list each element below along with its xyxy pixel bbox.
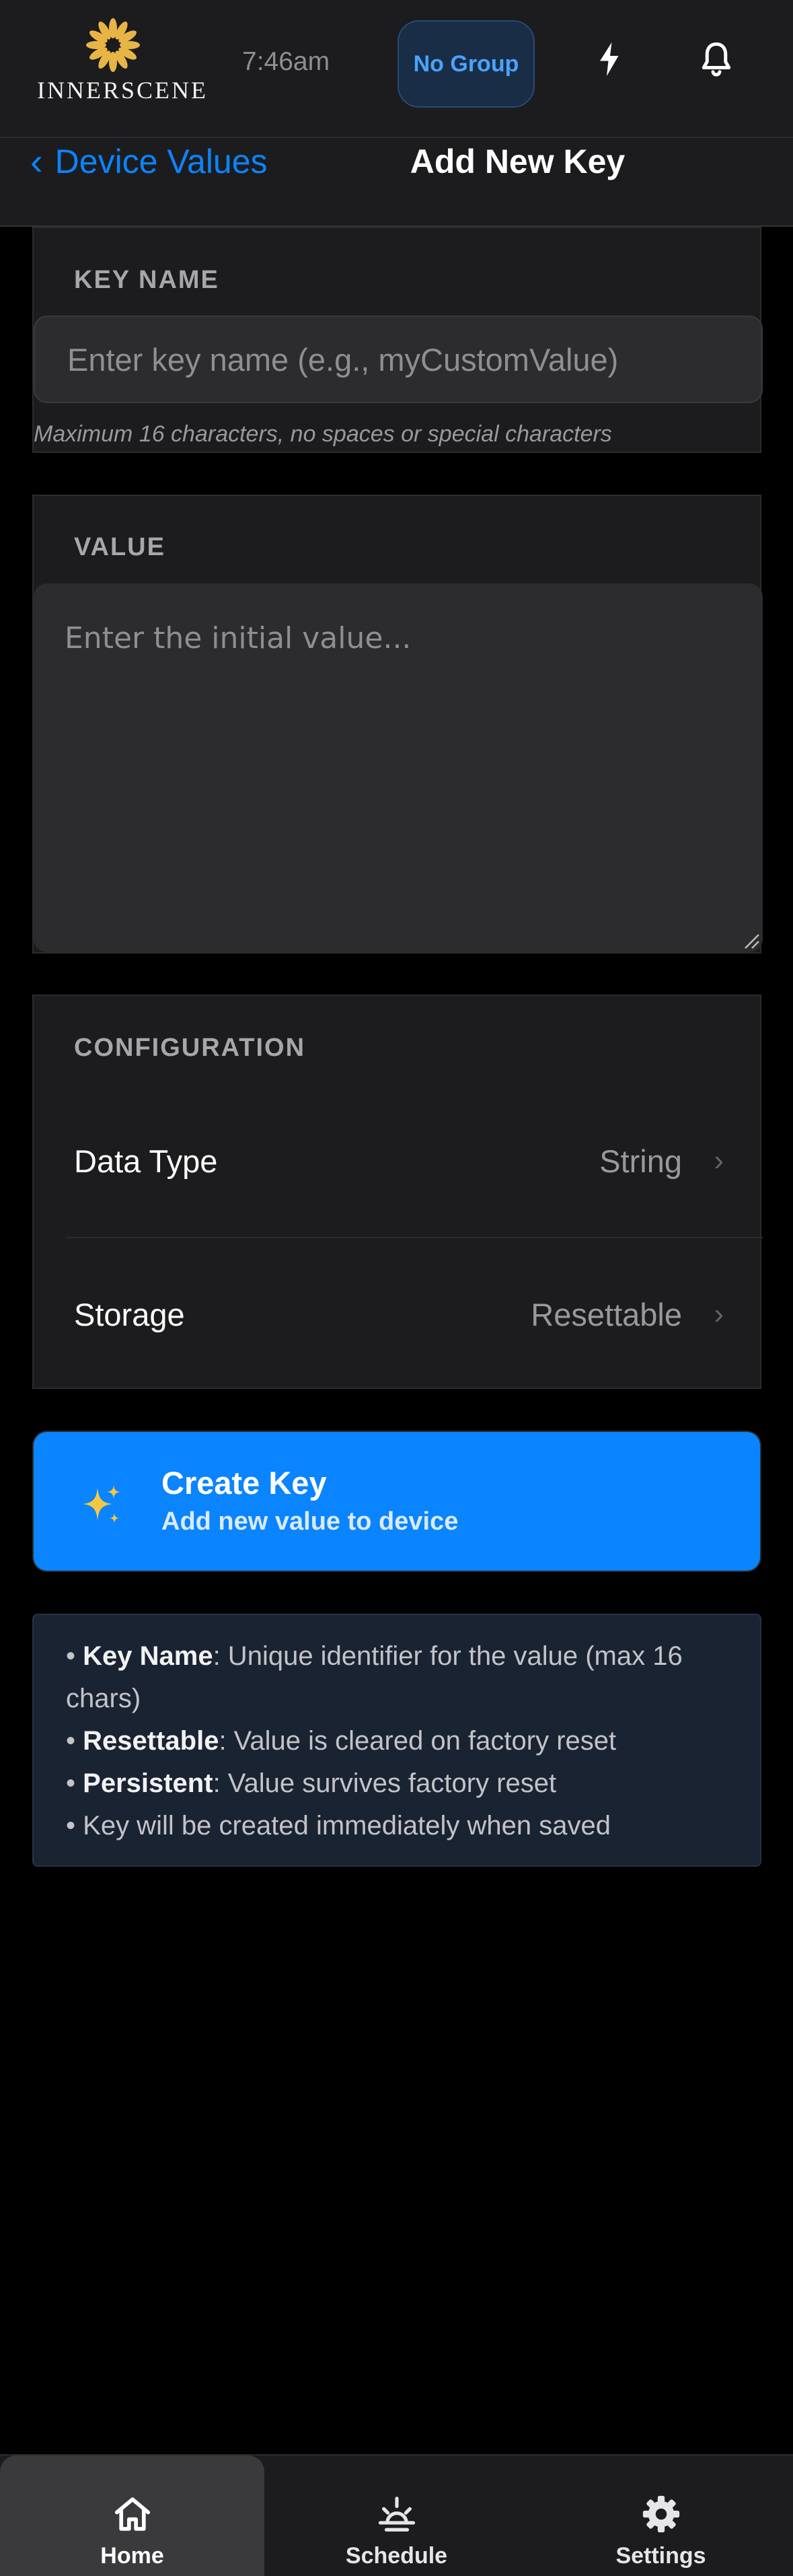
info-item: • Key Name: Unique identifier for the va… <box>66 1641 683 1713</box>
sparkle-icon <box>83 1485 120 1523</box>
info-item: • Resettable: Value is cleared on factor… <box>66 1726 617 1756</box>
tab-settings-label: Settings <box>615 2543 706 2569</box>
data-type-label: Data Type <box>74 1143 218 1179</box>
value-card: VALUE Enter the initial value... <box>32 495 763 954</box>
chevron-right-icon: › <box>714 1144 724 1177</box>
value-textarea[interactable]: Enter the initial value... <box>34 583 763 952</box>
key-name-hint: Maximum 16 characters, no spaces or spec… <box>34 421 612 447</box>
chevron-right-icon: › <box>714 1297 724 1330</box>
key-name-card: KEY NAME Enter key name (e.g., myCustomV… <box>32 227 763 453</box>
data-type-row[interactable]: Data Type String › <box>34 1085 763 1237</box>
info-item: • Persistent: Value survives factory res… <box>66 1768 557 1798</box>
create-key-subtitle: Add new value to device <box>161 1507 459 1536</box>
create-key-button[interactable]: Create Key Add new value to device <box>32 1431 761 1572</box>
sunrise-icon <box>378 2497 416 2532</box>
gear-icon <box>642 2495 680 2533</box>
tab-home[interactable]: Home <box>0 2456 264 2576</box>
tab-bar: Home Schedule Settings <box>0 2454 793 2576</box>
storage-row[interactable]: Storage Resettable › <box>34 1238 763 1390</box>
top-bar: INNERSCENE 7:46am No Group <box>0 0 793 138</box>
clock-time: 7:46am <box>242 47 330 76</box>
sun-logo-icon <box>86 18 140 72</box>
data-type-value: String <box>599 1143 682 1179</box>
configuration-section-title: CONFIGURATION <box>74 1034 306 1062</box>
configuration-card: CONFIGURATION Data Type String › Storage… <box>32 995 763 1390</box>
info-item: • Key will be created immediately when s… <box>66 1811 611 1840</box>
key-name-input[interactable]: Enter key name (e.g., myCustomValue) <box>34 316 763 403</box>
innerscene-logo: INNERSCENE <box>37 17 208 104</box>
resize-handle-icon[interactable] <box>743 932 760 950</box>
value-section-title: VALUE <box>74 533 165 561</box>
page-title: Add New Key <box>410 143 626 180</box>
value-placeholder: Enter the initial value... <box>65 621 412 655</box>
tab-settings[interactable]: Settings <box>529 2456 793 2576</box>
navigation-bar: ‹ Device Values Add New Key <box>0 138 793 227</box>
logo-text: INNERSCENE <box>37 77 208 104</box>
storage-value: Resettable <box>531 1296 682 1332</box>
group-selector-button[interactable]: No Group <box>398 20 535 108</box>
info-box: • Key Name: Unique identifier for the va… <box>32 1614 761 1867</box>
flash-icon[interactable] <box>590 39 630 79</box>
bell-icon[interactable] <box>696 39 737 79</box>
key-name-section-title: KEY NAME <box>74 266 219 294</box>
home-icon <box>114 2497 151 2531</box>
storage-label: Storage <box>74 1296 185 1332</box>
tab-schedule-label: Schedule <box>345 2543 448 2569</box>
tab-home-label: Home <box>100 2543 164 2569</box>
create-key-title: Create Key <box>161 1465 327 1501</box>
tab-schedule[interactable]: Schedule <box>264 2456 529 2576</box>
